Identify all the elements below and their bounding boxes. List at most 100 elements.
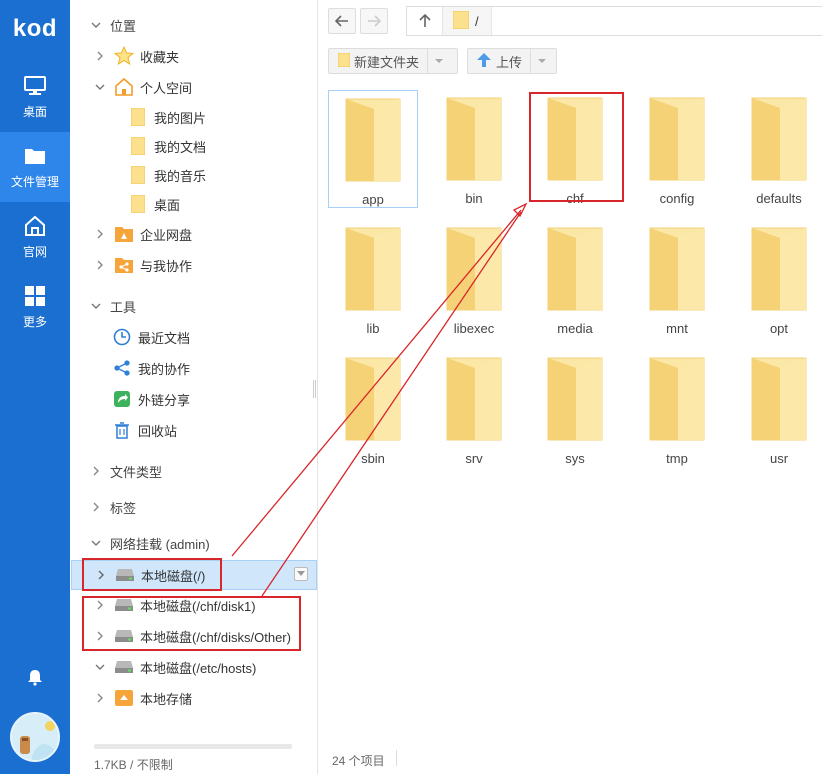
tree-label: 桌面 <box>154 197 181 213</box>
tree-item-enterprise[interactable]: 企业网盘 <box>70 220 318 248</box>
arrow-up-icon <box>418 14 431 27</box>
panel-splitter-handle[interactable] <box>313 380 316 398</box>
hard-drive-icon <box>115 565 135 585</box>
folder-icon <box>128 165 148 185</box>
tree-section-network-mount[interactable]: 网络挂载 (admin) <box>70 529 318 557</box>
tree-item-personal-space[interactable]: 个人空间 <box>70 73 318 101</box>
chevron-right-icon[interactable] <box>94 692 106 704</box>
tree-label: 标签 <box>110 500 137 516</box>
chevron-down-icon[interactable] <box>94 661 106 673</box>
tree-item-my-music[interactable]: 我的音乐 <box>70 161 318 189</box>
rail-item-more[interactable]: 更多 <box>0 272 70 342</box>
upload-button[interactable]: 上传 <box>467 48 557 74</box>
file-item[interactable]: sbin <box>328 350 418 468</box>
tree-item-recycle-bin[interactable]: 回收站 <box>70 416 318 444</box>
file-name: usr <box>769 451 789 466</box>
tree-item-share-link[interactable]: 外链分享 <box>70 385 318 413</box>
folder-icon <box>337 52 351 70</box>
up-button[interactable] <box>407 7 443 35</box>
file-item[interactable]: srv <box>429 350 519 468</box>
tree-label: 文件类型 <box>110 464 163 480</box>
tree-item-local-storage[interactable]: 本地存储 <box>70 684 318 712</box>
tree-section-location[interactable]: 位置 <box>70 11 318 39</box>
file-item[interactable]: chf <box>530 90 620 208</box>
arrow-left-icon <box>335 15 348 27</box>
address-bar: / <box>318 0 822 44</box>
bell-icon[interactable] <box>26 668 44 686</box>
tree-item-disk-root[interactable]: 本地磁盘(/) <box>71 560 317 590</box>
chevron-right-icon[interactable] <box>94 599 106 611</box>
chevron-down-icon[interactable] <box>530 49 552 73</box>
tree-section-file-types[interactable]: 文件类型 <box>70 457 318 485</box>
chevron-down-icon[interactable] <box>427 49 449 73</box>
tree-item-recent[interactable]: 最近文档 <box>70 323 318 351</box>
folder-icon <box>344 226 402 315</box>
tree-section-tools[interactable]: 工具 <box>70 292 318 320</box>
tree-item-disk1[interactable]: 本地磁盘(/chf/disk1) <box>70 591 318 619</box>
file-item[interactable]: defaults <box>734 90 822 208</box>
chevron-down-icon[interactable] <box>94 81 106 93</box>
chevron-right-icon[interactable] <box>95 569 107 581</box>
chevron-right-icon[interactable] <box>94 50 106 62</box>
chevron-down-icon[interactable] <box>90 537 102 549</box>
folder-icon <box>452 10 470 32</box>
file-item[interactable]: media <box>530 220 620 338</box>
tree-item-collab[interactable]: 与我协作 <box>70 251 318 279</box>
rail-item-desktop[interactable]: 桌面 <box>0 62 70 132</box>
folder-icon <box>445 356 503 445</box>
rail-item-website[interactable]: 官网 <box>0 202 70 272</box>
upload-arrow-icon <box>476 52 492 71</box>
chevron-down-icon[interactable] <box>90 19 102 31</box>
rail-item-file-manager[interactable]: 文件管理 <box>0 132 70 202</box>
folder-icon <box>546 96 604 185</box>
tree-label: 最近文档 <box>138 330 191 346</box>
new-folder-button[interactable]: 新建文件夹 <box>328 48 458 74</box>
chevron-right-icon[interactable] <box>94 228 106 240</box>
folder-icon <box>750 226 808 315</box>
tree-label: 我的协作 <box>138 361 191 377</box>
chevron-right-icon[interactable] <box>90 501 102 513</box>
folder-icon <box>648 226 706 315</box>
back-button[interactable] <box>328 8 356 34</box>
tree-item-favorites[interactable]: 收藏夹 <box>70 42 318 70</box>
folder-icon <box>648 96 706 185</box>
chevron-down-icon[interactable] <box>90 300 102 312</box>
file-item[interactable]: sys <box>530 350 620 468</box>
tree-label: 回收站 <box>138 423 178 439</box>
file-item[interactable]: libexec <box>429 220 519 338</box>
forward-button[interactable] <box>360 8 388 34</box>
file-item[interactable]: config <box>632 90 722 208</box>
file-item[interactable]: app <box>328 90 418 208</box>
file-browser: / 新建文件夹 上传 app bin chf config defaults lib lib… <box>318 0 822 774</box>
chevron-right-icon[interactable] <box>90 465 102 477</box>
folder-icon <box>128 107 148 127</box>
breadcrumb-root[interactable]: / <box>475 14 479 29</box>
path-box[interactable]: / <box>406 6 822 36</box>
file-item[interactable]: usr <box>734 350 822 468</box>
avatar[interactable] <box>10 712 60 762</box>
rail-label: 更多 <box>22 314 47 329</box>
tree-item-my-collab[interactable]: 我的协作 <box>70 354 318 382</box>
file-item[interactable]: mnt <box>632 220 722 338</box>
file-item[interactable]: lib <box>328 220 418 338</box>
file-item[interactable]: tmp <box>632 350 722 468</box>
file-name: config <box>659 191 695 206</box>
chevron-right-icon[interactable] <box>94 259 106 271</box>
tree-label: 我的图片 <box>154 110 207 126</box>
tree-label: 收藏夹 <box>140 49 180 65</box>
tree-item-disk-other[interactable]: 本地磁盘(/chf/disks/Other) <box>70 622 318 650</box>
tree-section-tags[interactable]: 标签 <box>70 493 318 521</box>
folder-tree: 位置 收藏夹 个人空间 我的图片 我的文档 我的音乐 桌面 企业网盘 与我协作 <box>70 0 318 774</box>
tree-item-desktop[interactable]: 桌面 <box>70 190 318 218</box>
tree-item-disk-hosts[interactable]: 本地磁盘(/etc/hosts) <box>70 653 318 681</box>
file-item[interactable]: bin <box>429 90 519 208</box>
folder-icon <box>128 194 148 214</box>
chevron-right-icon[interactable] <box>94 630 106 642</box>
tree-item-my-pictures[interactable]: 我的图片 <box>70 103 318 131</box>
folder-icon <box>344 97 402 186</box>
chevron-down-icon[interactable] <box>294 567 308 581</box>
file-item[interactable]: opt <box>734 220 822 338</box>
breadcrumb[interactable]: / <box>443 7 492 35</box>
tree-item-my-docs[interactable]: 我的文档 <box>70 132 318 160</box>
tree-label: 与我协作 <box>140 258 193 274</box>
